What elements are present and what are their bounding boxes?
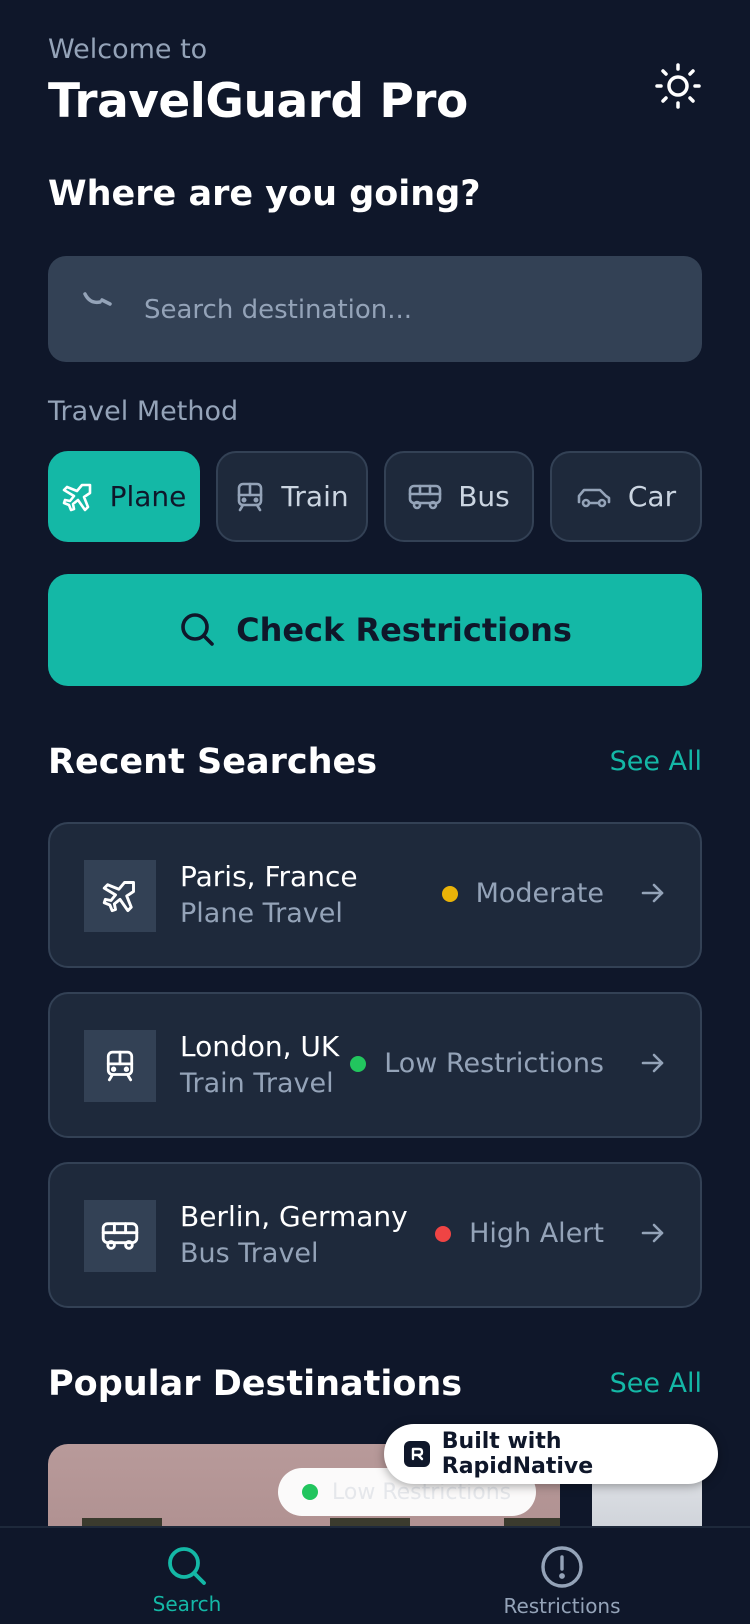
welcome-text: Welcome to (48, 34, 208, 65)
card-city: London, UK (180, 1030, 340, 1063)
rapidnative-label: Built with RapidNative (441, 1429, 594, 1479)
recent-search-card[interactable]: Berlin, Germany Bus Travel High Alert (48, 1162, 702, 1308)
travel-method-label: Travel Method (48, 396, 239, 427)
plane-icon (62, 481, 94, 513)
theme-toggle-button[interactable] (650, 58, 706, 114)
method-car-button[interactable]: Car (550, 451, 702, 542)
rapidnative-logo-icon (404, 1441, 430, 1467)
card-travel-mode: Train Travel (180, 1068, 334, 1099)
built-with-rapidnative-badge[interactable]: Built with RapidNative (384, 1424, 718, 1484)
search-box[interactable] (48, 256, 702, 362)
recent-search-card[interactable]: Paris, France Plane Travel Moderate (48, 822, 702, 968)
recent-search-card[interactable]: London, UK Train Travel Low Restrictions (48, 992, 702, 1138)
status-badge: High Alert (435, 1218, 604, 1249)
status-dot (441, 885, 458, 902)
bottom-tab-bar: Search Restrictions (0, 1526, 750, 1624)
arrow-right-icon (641, 1223, 664, 1243)
tab-search[interactable]: Search (87, 1544, 287, 1616)
status-badge: Moderate (441, 878, 604, 909)
popular-destinations-title: Popular Destinations (48, 1364, 463, 1404)
arrow-right-icon (641, 1053, 664, 1073)
method-bus-label: Bus (458, 480, 510, 513)
train-icon (84, 1030, 156, 1102)
card-city: Berlin, Germany (180, 1200, 408, 1233)
recent-searches-title: Recent Searches (48, 742, 378, 782)
method-plane-button[interactable]: Plane (48, 451, 200, 542)
arrow-right-icon (641, 883, 664, 903)
tab-restrictions-label: Restrictions (503, 1594, 621, 1618)
tab-restrictions[interactable]: Restrictions (462, 1544, 662, 1618)
train-icon (235, 481, 265, 513)
sun-icon (655, 63, 701, 109)
status-badge: Low Restrictions (350, 1048, 604, 1079)
status-dot (302, 1484, 318, 1500)
check-restrictions-button[interactable]: Check Restrictions (48, 574, 702, 686)
search-icon (168, 1547, 206, 1585)
card-travel-mode: Bus Travel (180, 1238, 319, 1269)
card-travel-mode: Plane Travel (180, 898, 343, 929)
popular-see-all-link[interactable]: See All (610, 1368, 702, 1399)
car-icon (576, 484, 612, 510)
alert-circle-icon (541, 1546, 583, 1588)
method-train-button[interactable]: Train (216, 451, 368, 542)
method-train-label: Train (281, 480, 349, 513)
plane-icon (84, 860, 156, 932)
method-car-label: Car (627, 480, 677, 513)
method-plane-label: Plane (109, 480, 187, 513)
search-icon (181, 613, 214, 646)
destination-question: Where are you going? (48, 174, 481, 214)
method-bus-button[interactable]: Bus (384, 451, 534, 542)
bus-icon (408, 483, 442, 511)
tab-search-label: Search (152, 1592, 222, 1616)
search-input[interactable] (144, 282, 664, 338)
check-restrictions-label: Check Restrictions (236, 611, 572, 649)
recent-see-all-link[interactable]: See All (610, 746, 702, 777)
status-label: High Alert (469, 1218, 604, 1249)
status-label: Low Restrictions (384, 1048, 604, 1079)
status-dot (435, 1225, 452, 1242)
status-dot (350, 1055, 367, 1072)
app-title: TravelGuard Pro (48, 74, 468, 129)
card-city: Paris, France (180, 860, 358, 893)
bus-icon (84, 1200, 156, 1272)
search-icon (83, 292, 112, 306)
status-label: Moderate (475, 878, 604, 909)
